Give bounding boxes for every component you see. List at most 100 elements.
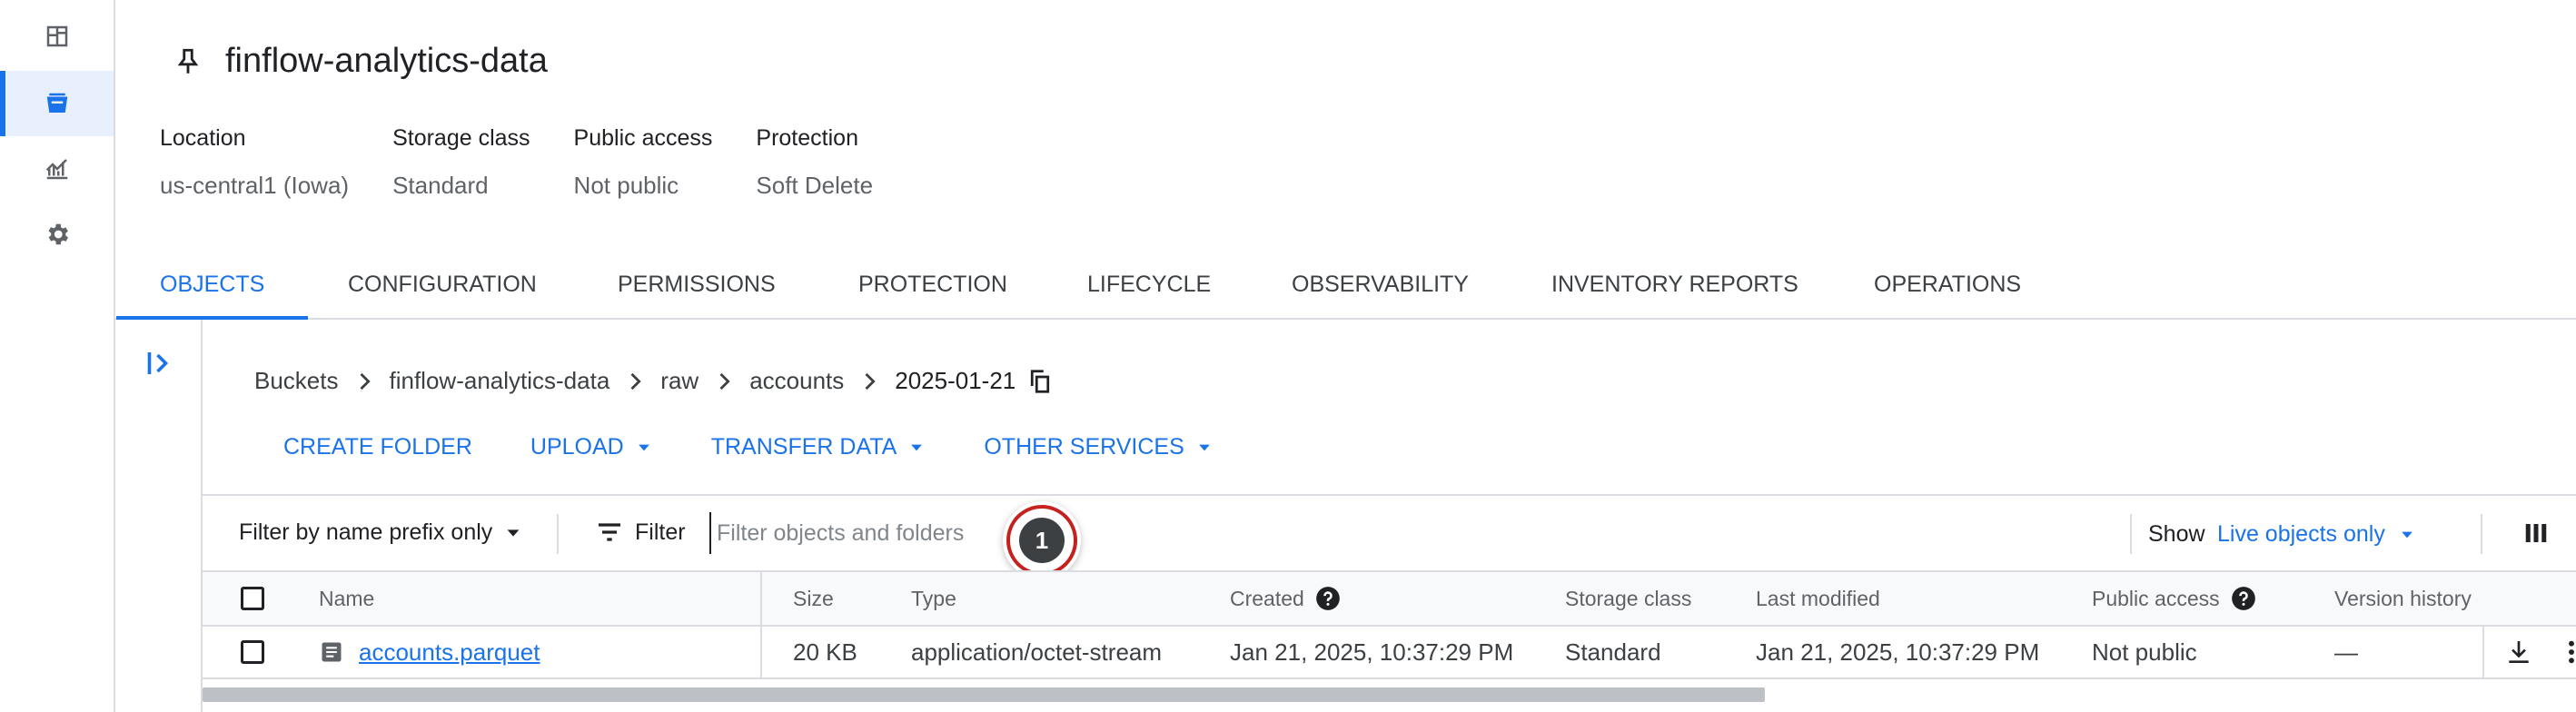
column-display-icon[interactable] <box>2522 519 2550 547</box>
show-label: Show <box>2148 521 2205 547</box>
select-all-checkbox[interactable] <box>241 587 264 610</box>
tab-operations[interactable]: OPERATIONS <box>1874 256 2021 318</box>
tab-permissions[interactable]: PERMISSIONS <box>618 256 776 318</box>
column-header-last-modified[interactable]: Last modified <box>1756 572 1880 625</box>
meta-value: us-central1 (Iowa) <box>160 172 350 199</box>
more-vert-icon[interactable] <box>2557 638 2576 667</box>
meta-public-access: Public access Not public <box>574 125 713 200</box>
caret-down-icon <box>2401 531 2413 538</box>
download-icon[interactable] <box>2504 638 2533 667</box>
file-icon <box>322 642 342 662</box>
dashboard-icon <box>46 25 67 47</box>
column-header-storage-class[interactable]: Storage class <box>1565 572 1691 625</box>
page-title: finflow-analytics-data <box>225 42 548 80</box>
column-header-public-access[interactable]: Public access <box>2092 572 2256 625</box>
rail-item-buckets[interactable] <box>0 71 114 136</box>
transfer-data-label: TRANSFER DATA <box>710 434 897 460</box>
object-name-cell: accounts.parquet <box>319 627 540 677</box>
row-checkbox[interactable] <box>241 640 264 664</box>
expand-panel-icon[interactable] <box>143 347 175 380</box>
rail-item-settings[interactable] <box>0 202 114 267</box>
filter-input[interactable] <box>709 512 1191 554</box>
chevron-right-icon <box>360 372 371 390</box>
object-size: 20 KB <box>793 638 857 666</box>
other-services-label: OTHER SERVICES <box>984 434 1184 460</box>
row-actions <box>2482 627 2576 677</box>
caret-down-icon <box>638 444 649 450</box>
object-public-access: Not public <box>2092 638 2197 666</box>
caret-down-icon <box>507 529 520 537</box>
meta-value: Soft Delete <box>756 172 874 199</box>
column-header-created[interactable]: Created <box>1230 572 1341 625</box>
tab-protection[interactable]: PROTECTION <box>858 256 1007 318</box>
chevron-right-icon <box>630 372 641 390</box>
bucket-header: finflow-analytics-data <box>173 42 548 81</box>
object-name-link[interactable]: accounts.parquet <box>359 638 540 667</box>
meta-location: Location us-central1 (Iowa) <box>160 125 349 200</box>
meta-value: Not public <box>573 172 679 199</box>
table-row[interactable]: accounts.parquet 20 KB application/octet… <box>203 627 2576 679</box>
column-divider <box>760 627 762 677</box>
step-number: 1 <box>1019 518 1065 563</box>
caret-down-icon <box>911 444 923 450</box>
chevron-right-icon <box>719 372 730 390</box>
filter-button[interactable]: Filter <box>595 518 686 547</box>
object-storage-class: Standard <box>1565 638 1661 666</box>
tab-inventory-reports[interactable]: INVENTORY REPORTS <box>1551 256 1798 318</box>
divider <box>2130 514 2132 554</box>
rail-item-dashboard[interactable] <box>0 4 114 69</box>
create-folder-button[interactable]: CREATE FOLDER <box>283 434 472 460</box>
filter-button-label: Filter <box>635 519 686 545</box>
help-icon[interactable] <box>2231 586 2256 611</box>
bucket-tabs: OBJECTS CONFIGURATION PERMISSIONS PROTEC… <box>115 256 2576 320</box>
filter-mode-select[interactable]: Filter by name prefix only <box>239 519 523 546</box>
object-actions-toolbar: CREATE FOLDER UPLOAD TRANSFER DATA OTHER… <box>283 434 1272 460</box>
divider <box>557 514 559 554</box>
breadcrumb-folder-accounts[interactable]: accounts <box>749 367 844 395</box>
caret-down-icon <box>1198 444 1210 450</box>
other-services-menu-button[interactable]: OTHER SERVICES <box>984 434 1213 460</box>
tab-observability[interactable]: OBSERVABILITY <box>1292 256 1469 318</box>
tab-objects[interactable]: OBJECTS <box>115 256 309 320</box>
column-header-version-history[interactable]: Version history <box>2334 572 2472 625</box>
select-all-cell <box>241 572 264 625</box>
column-resize-handle[interactable] <box>760 572 762 625</box>
filter-bar: Filter by name prefix only Filter Show L… <box>203 494 2576 572</box>
object-type: application/octet-stream <box>911 638 1163 666</box>
meta-label: Storage class <box>392 125 530 151</box>
meta-label: Public access <box>573 125 713 151</box>
step-badge: 1 <box>1010 509 1074 572</box>
chevron-right-icon <box>865 372 876 390</box>
pin-icon[interactable] <box>173 46 203 77</box>
column-header-type[interactable]: Type <box>911 572 956 625</box>
folder-tree-panel <box>115 320 203 712</box>
show-objects-value: Live objects only <box>2217 521 2385 547</box>
bucket-icon <box>46 93 67 113</box>
rail-item-monitoring[interactable] <box>0 136 114 202</box>
tab-configuration[interactable]: CONFIGURATION <box>348 256 537 318</box>
breadcrumb: Buckets finflow-analytics-data raw accou… <box>254 367 1054 395</box>
row-select-cell <box>241 627 264 677</box>
object-last-modified: Jan 21, 2025, 10:37:29 PM <box>1756 638 2040 666</box>
meta-label: Protection <box>756 125 858 151</box>
meta-label: Location <box>160 125 246 151</box>
breadcrumb-folder-raw[interactable]: raw <box>660 367 698 395</box>
horizontal-scrollbar[interactable] <box>203 687 1765 702</box>
filter-mode-label: Filter by name prefix only <box>239 519 493 545</box>
divider <box>2481 514 2482 554</box>
upload-menu-button[interactable]: UPLOAD <box>530 434 653 460</box>
filter-list-icon <box>599 523 620 541</box>
create-folder-label: CREATE FOLDER <box>283 434 472 460</box>
column-header-size[interactable]: Size <box>793 572 834 625</box>
copy-path-icon[interactable] <box>1026 368 1054 395</box>
column-header-name[interactable]: Name <box>319 572 374 625</box>
show-objects-select[interactable]: Live objects only <box>2217 521 2416 548</box>
breadcrumb-current-folder: 2025-01-21 <box>895 367 1016 394</box>
breadcrumb-buckets[interactable]: Buckets <box>254 367 339 395</box>
help-icon[interactable] <box>1315 586 1341 611</box>
breadcrumb-bucket[interactable]: finflow-analytics-data <box>390 367 610 395</box>
tab-lifecycle[interactable]: LIFECYCLE <box>1087 256 1211 318</box>
meta-value: Standard <box>392 172 489 199</box>
transfer-data-menu-button[interactable]: TRANSFER DATA <box>711 434 926 460</box>
settings-icon <box>48 223 68 245</box>
